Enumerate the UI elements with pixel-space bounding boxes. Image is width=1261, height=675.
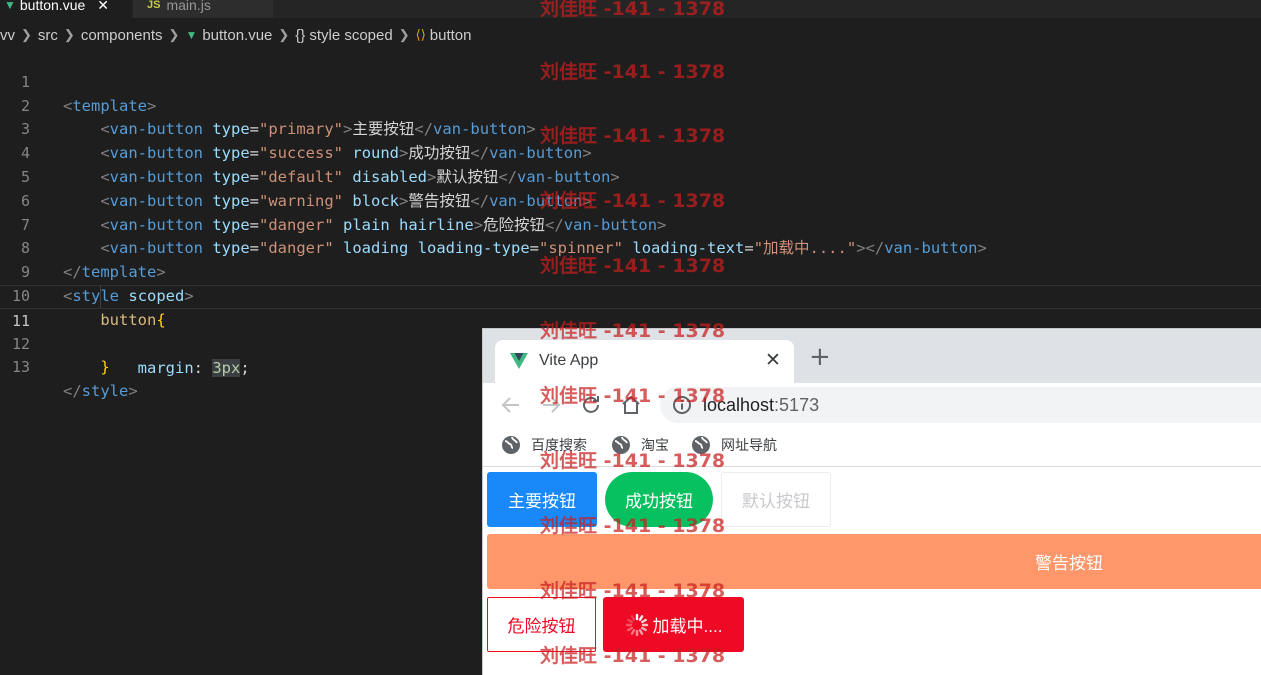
bookmark-item[interactable]: 网址导航 [691, 435, 777, 455]
button-label: 主要按钮 [508, 492, 576, 511]
code-editor[interactable]: 1 <template> 2 <van-button type="primary… [0, 47, 1261, 400]
close-icon[interactable]: ✕ [765, 349, 781, 371]
globe-icon [692, 436, 710, 454]
breadcrumb-file[interactable]: button.vue [202, 27, 272, 44]
browser-tab[interactable]: Vite App ✕ [495, 340, 794, 383]
button-label: 危险按钮 [507, 617, 576, 636]
indent-guide [100, 285, 101, 308]
code-line: 8 </template> [0, 214, 1261, 281]
chevron-right-icon: ❯ [21, 27, 32, 42]
button-label: 加载中.... [652, 617, 723, 636]
code-line: 10 button{ [0, 261, 1261, 329]
browser-tab-strip: Vite App ✕ + [483, 329, 1261, 383]
globe-icon [612, 436, 630, 454]
back-icon[interactable] [499, 393, 523, 417]
code-line: 6 <van-button type="danger" plain hairli… [0, 166, 1261, 234]
info-icon[interactable] [672, 395, 692, 415]
js-file-icon: JS [147, 0, 161, 11]
warning-block-button[interactable]: 警告按钮 [487, 534, 1261, 589]
bookmarks-bar: 百度搜索 淘宝 网址导航 [483, 427, 1261, 467]
breadcrumb-src[interactable]: src [38, 27, 58, 44]
tab-label: button.vue [19, 0, 86, 13]
code-line: 5 <van-button type="warning" block>警告按钮<… [0, 142, 1261, 210]
danger-plain-button[interactable]: 危险按钮 [487, 597, 596, 652]
button-label: 警告按钮 [1035, 554, 1103, 573]
code-line: 7 <van-button type="danger" loading load… [0, 190, 1261, 258]
line-number: 13 [11, 358, 30, 377]
browser-window: Vite App ✕ + localhost:5173 百度搜索 淘宝 网址导航… [482, 328, 1261, 675]
button-label: 默认按钮 [742, 492, 810, 511]
forward-icon[interactable] [539, 393, 563, 417]
globe-icon [502, 436, 520, 454]
tab-button-vue[interactable]: ▼ button.vue ✕ [0, 0, 132, 18]
code-token: margin [137, 359, 194, 378]
element-tag-icon: ⟨⟩ [415, 27, 426, 42]
code-line: 1 <template> [0, 47, 1261, 115]
success-button[interactable]: 成功按钮 [605, 472, 713, 527]
breadcrumb: vv ❯ src ❯ components ❯ ▼ button.vue ❯ {… [0, 24, 472, 46]
tab-main-js[interactable]: JS main.js [133, 0, 273, 18]
button-label: 成功按钮 [625, 492, 693, 511]
chevron-right-icon: ❯ [168, 27, 180, 42]
code-token: 3px [212, 359, 241, 378]
editor-tab-bar: ▼ button.vue ✕ JS main.js [0, 0, 1261, 18]
url-port: :5173 [774, 395, 820, 415]
bookmark-label: 百度搜索 [531, 437, 587, 453]
loading-button[interactable]: 加载中.... [603, 597, 744, 652]
url-host: localhost [703, 395, 775, 415]
code-line: 9 <style scoped> [0, 237, 1261, 305]
vue-logo-icon [510, 353, 528, 369]
bookmark-label: 淘宝 [641, 437, 669, 453]
bookmark-item[interactable]: 淘宝 [611, 435, 669, 455]
vue-file-icon: ▼ [4, 0, 16, 12]
browser-toolbar: localhost:5173 [483, 383, 1261, 427]
bookmark-item[interactable]: 百度搜索 [501, 435, 587, 455]
address-bar[interactable]: localhost:5173 [660, 387, 1261, 423]
code-line-current: 11 margin: 3px; [0, 284, 1261, 378]
new-tab-icon[interactable]: + [809, 344, 831, 370]
primary-button[interactable]: 主要按钮 [487, 472, 597, 527]
home-icon[interactable] [619, 393, 643, 417]
spinner-icon [625, 613, 648, 636]
breadcrumb-root[interactable]: vv [0, 27, 15, 44]
browser-tab-title: Vite App [539, 352, 599, 369]
breadcrumb-section[interactable]: style scoped [309, 27, 392, 44]
breadcrumb-components[interactable]: components [81, 27, 163, 44]
code-line: 4 <van-button type="default" disabled>默认… [0, 118, 1261, 186]
bookmark-label: 网址导航 [721, 437, 777, 453]
close-icon[interactable]: ✕ [97, 0, 109, 14]
code-line: 3 <van-button type="success" round>成功按钮<… [0, 95, 1261, 162]
braces-icon: {} [295, 26, 306, 44]
reload-icon[interactable] [579, 393, 603, 417]
code-token: style [81, 382, 129, 401]
vue-file-icon: ▼ [185, 28, 198, 42]
chevron-right-icon: ❯ [278, 27, 290, 42]
page-content: 主要按钮 成功按钮 默认按钮 警告按钮 危险按钮 加载中.... [483, 468, 1261, 675]
url-text: localhost:5173 [703, 395, 819, 416]
code-line: 2 <van-button type="primary">主要按钮</van-b… [0, 71, 1261, 139]
chevron-right-icon: ❯ [63, 27, 75, 42]
default-disabled-button: 默认按钮 [721, 472, 831, 527]
chevron-right-icon: ❯ [398, 27, 410, 42]
tab-label: main.js [166, 0, 211, 13]
breadcrumb-element[interactable]: button [430, 27, 472, 44]
